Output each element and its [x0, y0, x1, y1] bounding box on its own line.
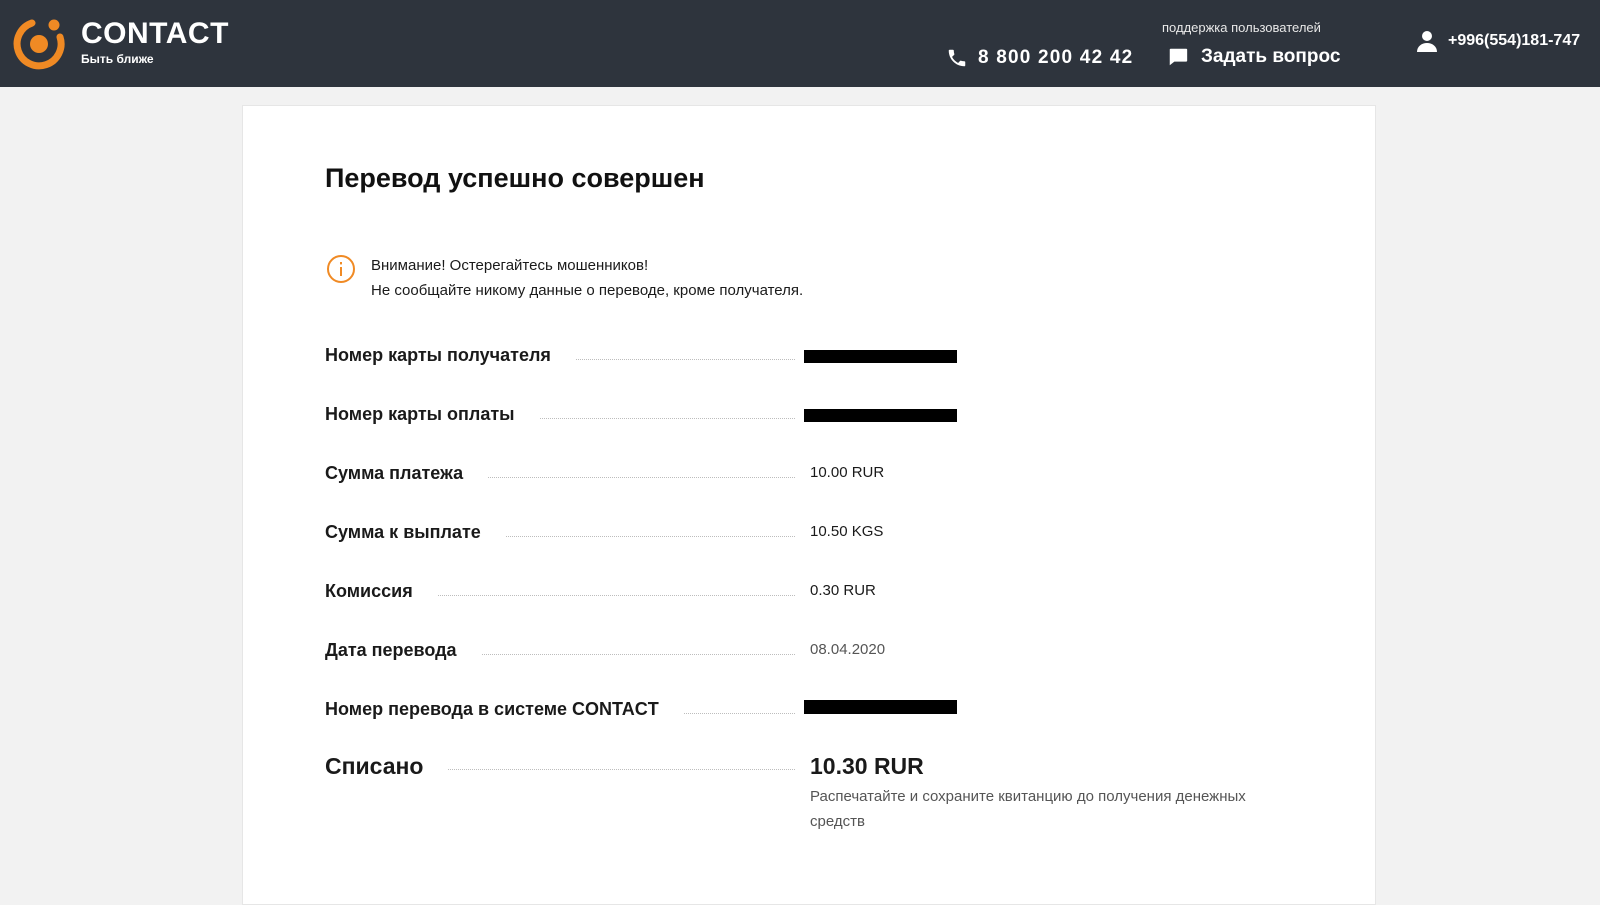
- fraud-warning-line-2: Не сообщайте никому данные о переводе, к…: [371, 282, 804, 299]
- transfer-result-card: Перевод успешно совершен Внимание! Остер…: [242, 105, 1376, 905]
- detail-label: Комиссия: [325, 578, 437, 604]
- total-label: Списано: [325, 751, 448, 781]
- detail-value: 10.50 KGS: [810, 523, 884, 540]
- ask-question-label: Задать вопрос: [1201, 46, 1341, 67]
- top-header: CONTACT Быть ближе 8 800 200 42 42 подде…: [0, 0, 1600, 87]
- detail-row-payment-card: Номер карты оплаты: [325, 401, 1325, 431]
- ask-question-button[interactable]: Задать вопрос: [1167, 43, 1340, 71]
- redacted-value: [804, 350, 957, 363]
- detail-label: Номер карты оплаты: [325, 401, 539, 427]
- fraud-warning-line-1: Внимание! Остерегайтесь мошенников!: [371, 257, 649, 274]
- page-title: Перевод успешно совершен: [325, 163, 705, 193]
- support-phone-link[interactable]: 8 800 200 42 42: [946, 44, 1133, 72]
- phone-number: 8 800 200 42 42: [978, 47, 1134, 68]
- detail-value: 08.04.2020: [810, 641, 886, 658]
- detail-row-transfer-number: Номер перевода в системе CONTACT: [325, 696, 1325, 726]
- user-phone: +996(554)181-747: [1448, 32, 1581, 49]
- detail-label: Сумма к выплате: [325, 519, 505, 545]
- detail-label: Номер перевода в системе CONTACT: [325, 696, 683, 722]
- brand-tagline: Быть ближе: [81, 52, 154, 66]
- detail-value: 0.30 RUR: [810, 582, 876, 599]
- fraud-warning: Внимание! Остерегайтесь мошенников! Не с…: [371, 253, 803, 303]
- total-value: 10.30 RUR: [810, 753, 924, 779]
- contact-logo[interactable]: [12, 15, 68, 71]
- total-debited-row: Списано 10.30 RUR Распечатайте и сохрани…: [325, 751, 1325, 831]
- detail-row-commission: Комиссия 0.30 RUR: [325, 578, 1325, 608]
- detail-row-payout-amount: Сумма к выплате 10.50 KGS: [325, 519, 1325, 549]
- detail-value: 10.00 RUR: [810, 464, 885, 481]
- redacted-value: [804, 409, 957, 422]
- info-circle-icon: [327, 255, 355, 283]
- brand[interactable]: CONTACT Быть ближе: [81, 17, 229, 67]
- detail-row-transfer-date: Дата перевода 08.04.2020: [325, 637, 1325, 667]
- detail-label: Сумма платежа: [325, 460, 488, 486]
- receipt-note: Распечатайте и сохраните квитанцию до по…: [810, 788, 1246, 830]
- user-account-menu[interactable]: +996(554)181-747: [1415, 27, 1580, 55]
- detail-row-recipient-card: Номер карты получателя: [325, 342, 1325, 372]
- phone-icon: [948, 49, 966, 67]
- brand-name: CONTACT: [81, 17, 229, 50]
- user-icon: [1417, 31, 1437, 52]
- chat-icon: [1169, 48, 1188, 66]
- redacted-value: [804, 700, 957, 714]
- detail-label: Дата перевода: [325, 637, 481, 663]
- detail-label: Номер карты получателя: [325, 342, 575, 368]
- support-label: поддержка пользователей: [1162, 20, 1321, 35]
- detail-row-payment-amount: Сумма платежа 10.00 RUR: [325, 460, 1325, 490]
